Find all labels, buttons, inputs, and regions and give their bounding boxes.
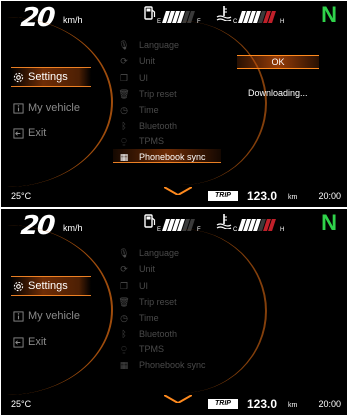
fuel-pump-icon [144, 6, 156, 20]
tire-pressure-icon: ⍜ [121, 343, 127, 354]
list-item-label: Bluetooth [139, 329, 178, 339]
list-item-label: Unit [139, 264, 156, 274]
list-item-tpms[interactable]: ⍜ TPMS [119, 135, 164, 147]
temp-hot-label: H [280, 227, 285, 233]
list-item-label: Phonebook sync [139, 360, 206, 370]
ok-button[interactable]: OK [237, 55, 319, 69]
list-item-label: TPMS [139, 344, 165, 354]
list-item-label: UI [139, 281, 148, 291]
chevron-down-icon [164, 395, 192, 403]
list-item-trip-reset[interactable]: 🗑 Trip reset [118, 88, 177, 100]
refresh-icon: ⟳ [120, 55, 128, 66]
info-icon [13, 310, 24, 322]
coolant-temp-gauge: C H [216, 213, 286, 233]
gear-icon [13, 72, 24, 83]
clock: 20:00 [318, 191, 341, 201]
phonebook-icon: ▦ [119, 359, 129, 370]
list-item-ui[interactable]: ❐ UI [119, 280, 148, 292]
list-item-tpms[interactable]: ⍜ TPMS [119, 343, 164, 355]
info-icon [13, 102, 24, 114]
list-item-unit[interactable]: ⟳ Unit [119, 263, 155, 275]
exit-icon [13, 127, 24, 139]
exit-icon [13, 336, 24, 348]
phonebook-icon: ▦ [119, 151, 129, 162]
ambient-temperature: 25°C [11, 191, 32, 201]
side-menu-label: My vehicle [28, 310, 80, 322]
dashboard-screen-settings: 20 km/h E F C H N Settings My vehicle Ex… [1, 209, 347, 415]
side-menu-exit[interactable]: Exit [13, 333, 46, 351]
side-menu-label: Settings [28, 71, 68, 83]
list-item-trip-reset[interactable]: 🗑 Trip reset [118, 296, 177, 308]
tire-pressure-icon: ⍜ [121, 135, 127, 146]
copy-icon: ❐ [119, 72, 129, 83]
temp-cold-label: C [233, 19, 238, 25]
trash-icon: 🗑 [118, 88, 130, 99]
list-item-bluetooth[interactable]: ᛒ Bluetooth [119, 328, 177, 340]
list-item-bluetooth[interactable]: ᛒ Bluetooth [119, 120, 177, 132]
side-menu-label: My vehicle [28, 102, 80, 114]
refresh-icon: ⟳ [120, 263, 128, 274]
side-menu-exit[interactable]: Exit [13, 124, 46, 142]
list-item-label: Unit [139, 56, 156, 66]
list-item-ui[interactable]: ❐ UI [119, 72, 148, 84]
coolant-temp-icon [216, 214, 232, 229]
temp-bars [238, 219, 276, 231]
list-item-unit[interactable]: ⟳ Unit [119, 55, 155, 67]
bluetooth-icon: ᛒ [121, 121, 127, 131]
trip-unit: km [288, 194, 298, 201]
gear-icon [13, 281, 24, 292]
dashboard-screen-downloading: 20 km/h E F C H N Settings My vehicle Ex… [1, 1, 347, 207]
chevron-down-icon [164, 187, 192, 195]
speed-unit: km/h [63, 223, 83, 233]
trip-distance: 123.0 [247, 189, 278, 203]
side-menu-settings[interactable]: Settings [13, 68, 68, 86]
side-menu-label: Exit [28, 127, 47, 139]
list-item-phonebook-sync[interactable]: ▦ Phonebook sync [119, 151, 206, 163]
microphone-icon: 🎙 [118, 247, 130, 258]
coolant-temp-gauge: C H [216, 5, 286, 25]
list-item-label: Trip reset [139, 297, 177, 307]
trip-distance: 123.0 [247, 397, 278, 411]
list-item-time[interactable]: ◷ Time [119, 312, 159, 324]
list-item-label: Language [139, 248, 180, 258]
list-item-label: TPMS [139, 136, 165, 146]
trip-badge: TRIP [208, 399, 238, 409]
list-item-label: Time [139, 105, 159, 115]
side-menu-my-vehicle[interactable]: My vehicle [13, 99, 80, 117]
list-item-label: Language [139, 40, 180, 50]
temp-cold-label: C [233, 227, 238, 233]
trip-unit: km [288, 402, 298, 409]
speed-unit: km/h [63, 15, 83, 25]
coolant-temp-icon [216, 6, 232, 21]
gear-indicator: N [321, 2, 337, 27]
list-item-phonebook-sync[interactable]: ▦ Phonebook sync [119, 359, 206, 371]
list-item-language[interactable]: 🎙 Language [118, 39, 180, 51]
microphone-icon: 🎙 [118, 39, 130, 50]
list-item-label: Trip reset [139, 89, 177, 99]
clock: 20:00 [318, 399, 341, 409]
clock-icon: ◷ [120, 104, 128, 115]
gear-indicator: N [321, 210, 337, 235]
side-menu-settings[interactable]: Settings [13, 277, 68, 295]
side-menu-label: Settings [28, 280, 68, 292]
list-item-label: UI [139, 73, 148, 83]
list-item-time[interactable]: ◷ Time [119, 104, 159, 116]
ambient-temperature: 25°C [11, 399, 32, 409]
side-menu-my-vehicle[interactable]: My vehicle [13, 307, 80, 325]
fuel-pump-icon [144, 214, 156, 228]
list-item-label: Phonebook sync [139, 152, 206, 162]
side-menu-label: Exit [28, 336, 47, 348]
trip-badge: TRIP [208, 191, 238, 201]
list-item-label: Time [139, 313, 159, 323]
copy-icon: ❐ [119, 280, 129, 291]
download-status: Downloading... [248, 88, 308, 98]
temp-hot-label: H [280, 19, 285, 25]
bluetooth-icon: ᛒ [121, 329, 127, 339]
list-item-label: Bluetooth [139, 121, 178, 131]
clock-icon: ◷ [120, 312, 128, 323]
list-item-language[interactable]: 🎙 Language [118, 247, 180, 259]
temp-bars [238, 11, 276, 23]
trash-icon: 🗑 [118, 296, 130, 307]
